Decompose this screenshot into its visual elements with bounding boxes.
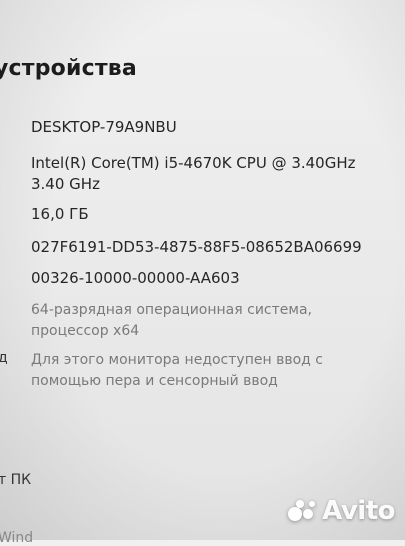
pen-touch-label-fragment: д bbox=[0, 350, 8, 366]
pen-touch-value: Для этого монитора недоступен ввод с пом… bbox=[31, 352, 323, 389]
avito-logo-icon bbox=[288, 500, 316, 521]
rename-pc-button-fragment[interactable]: т ПК bbox=[0, 472, 31, 488]
section-title: устройства bbox=[0, 56, 137, 81]
device-name-value: DESKTOP-79A9NBU bbox=[31, 118, 177, 136]
processor-value: Intel(R) Core(TM) i5-4670K CPU @ 3.40GHz… bbox=[31, 154, 356, 193]
avito-brand-text: Avito bbox=[322, 496, 395, 526]
footer-partial-text: Wind bbox=[0, 530, 34, 546]
device-id-value: 027F6191-DD53-4875-88F5-08652BA06699 bbox=[31, 238, 362, 256]
product-id-value: 00326-10000-00000-AA603 bbox=[31, 269, 240, 287]
avito-watermark: Avito bbox=[288, 496, 395, 526]
system-type-value: 64-разрядная операционная система, проце… bbox=[31, 302, 312, 339]
ram-value: 16,0 ГБ bbox=[31, 205, 89, 223]
